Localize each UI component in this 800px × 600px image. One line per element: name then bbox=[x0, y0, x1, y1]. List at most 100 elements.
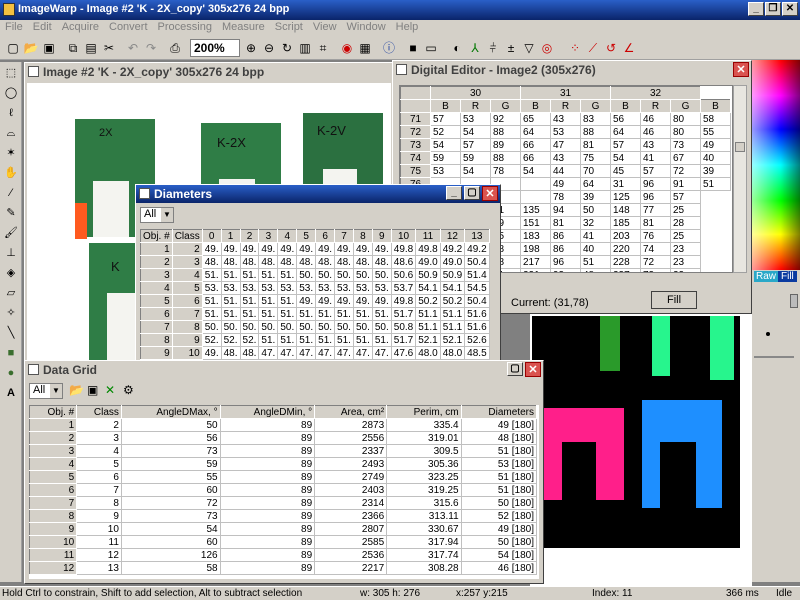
diameters-minimize-icon[interactable]: _ bbox=[446, 186, 462, 200]
angle-icon[interactable]: ∠ bbox=[620, 39, 638, 57]
print-icon[interactable]: ⎙ bbox=[166, 39, 184, 57]
tab-fill[interactable]: Fill bbox=[778, 271, 797, 282]
pencil-icon[interactable]: ✎ bbox=[2, 204, 20, 222]
rect-select-icon[interactable]: ⬚ bbox=[2, 64, 20, 82]
menu-edit[interactable]: Edit bbox=[28, 20, 57, 34]
camera-icon[interactable]: ■ bbox=[404, 39, 422, 57]
table-row[interactable]: 6 7 51. 51. 51. 51. 51. 51. 51. 51. 51. 51. 51.7 51.1… bbox=[140, 307, 490, 321]
table-row[interactable]: 3 4 73 89 2337 309.5 51 [180] bbox=[29, 444, 538, 458]
table-row[interactable]: 7 8 72 89 2314 315.6 50 [180] bbox=[29, 496, 538, 510]
table-row[interactable]: 4 5 53. 53. 53. 53. 53. 53. 53. 53. 53. 53. 53.7 54.1… bbox=[140, 281, 490, 295]
tab-raw[interactable]: Raw bbox=[754, 271, 779, 282]
menu-convert[interactable]: Convert bbox=[104, 20, 153, 34]
table-row[interactable]: 2 3 48. 48. 48. 48. 48. 48. 48. 48. 48. 48. 48.6 49.0… bbox=[140, 255, 490, 269]
table-row[interactable]: 12 13 58 89 2217 308.28 46 [180] bbox=[29, 561, 538, 575]
table-row[interactable]: 9 10 54 89 2807 330.67 49 [180] bbox=[29, 522, 538, 536]
contrast-icon[interactable]: ◐ bbox=[448, 39, 466, 57]
table-row[interactable]: 9 10 49. 48. 48. 47. 47. 47. 47. 47. 47. 47. 47.6 48.… bbox=[140, 346, 490, 360]
brush-icon[interactable]: 🖌 bbox=[2, 224, 20, 242]
cut-icon[interactable]: ✂ bbox=[100, 39, 118, 57]
filter-icon[interactable]: ▽ bbox=[520, 39, 538, 57]
ellipse-icon[interactable]: ● bbox=[2, 364, 20, 382]
data-grid-close-icon[interactable]: ✕ bbox=[525, 362, 541, 377]
menu-file[interactable]: File bbox=[0, 20, 28, 34]
diameters-close-icon[interactable]: ✕ bbox=[482, 186, 498, 201]
zoom-select[interactable]: 200% bbox=[190, 39, 240, 57]
menu-view[interactable]: View bbox=[308, 20, 342, 34]
table-row[interactable]: 11 12 126 89 2536 317.74 54 [180] bbox=[29, 548, 538, 562]
de-scrollbar[interactable] bbox=[733, 85, 747, 273]
polygon-select-icon[interactable]: ⌓ bbox=[2, 124, 20, 142]
table-row[interactable]: 10 11 60 89 2585 317.94 50 [180] bbox=[29, 535, 538, 549]
zoom-in-icon[interactable]: ⊕ bbox=[242, 39, 260, 57]
line-measure-icon[interactable]: ⟋ bbox=[584, 39, 602, 57]
pixel-row[interactable]: 73 54 57 89 66 47 81 57 43 73 49 bbox=[400, 138, 731, 152]
grid-icon[interactable]: ▦ bbox=[356, 39, 374, 57]
minimize-button[interactable]: _ bbox=[748, 2, 764, 16]
menu-script[interactable]: Script bbox=[270, 20, 308, 34]
data-grid-table-area[interactable]: Obj. # Class AngleDMax, ° AngleDMin, ° Area,… bbox=[29, 405, 539, 579]
table-row[interactable]: 2 3 56 89 2556 319.01 48 [180] bbox=[29, 431, 538, 445]
save-icon[interactable]: ▣ bbox=[40, 39, 58, 57]
table-row[interactable]: 5 6 51. 51. 51. 51. 51. 49. 49. 49. 49. 49. 49.8 50.2… bbox=[140, 294, 490, 308]
text-icon[interactable]: A bbox=[2, 384, 20, 402]
rotate-icon[interactable]: ↻ bbox=[278, 39, 296, 57]
table-row[interactable]: 7 8 50. 50. 50. 50. 50. 50. 50. 50. 50. 50. 50.8 51.1… bbox=[140, 320, 490, 334]
pixel-row[interactable]: 72 52 54 88 64 53 88 64 46 80 55 bbox=[400, 125, 731, 139]
curve-icon[interactable]: ↺ bbox=[602, 39, 620, 57]
lasso-icon[interactable]: ℓ bbox=[2, 104, 20, 122]
copy-icon[interactable]: ⧉ bbox=[64, 39, 82, 57]
target-icon[interactable]: ◎ bbox=[538, 39, 556, 57]
redo-icon[interactable]: ↷ bbox=[142, 39, 160, 57]
line-icon[interactable]: ╲ bbox=[2, 324, 20, 342]
labeled-image-view[interactable] bbox=[530, 310, 752, 586]
pixel-row[interactable]: 71 57 53 92 65 43 83 56 46 80 58 bbox=[400, 112, 731, 126]
table-row[interactable]: 8 9 52. 52. 52. 51. 51. 51. 51. 51. 51. 51. 51.7 52.1… bbox=[140, 333, 490, 347]
menu-acquire[interactable]: Acquire bbox=[57, 20, 104, 34]
info-icon[interactable]: ⓘ bbox=[380, 39, 398, 57]
tree-icon[interactable]: ⅄ bbox=[466, 39, 484, 57]
pixel-row[interactable]: 75 53 54 78 54 44 70 45 57 72 39 bbox=[400, 164, 731, 178]
stamp-icon[interactable]: ⊥ bbox=[2, 244, 20, 262]
rectangle-icon[interactable]: ■ bbox=[2, 344, 20, 362]
menu-window[interactable]: Window bbox=[342, 20, 391, 34]
maximize-button[interactable]: ❐ bbox=[765, 2, 781, 16]
paste-icon[interactable]: ▤ bbox=[82, 39, 100, 57]
table-row[interactable]: 3 4 51. 51. 51. 51. 51. 50. 50. 50. 50. 50. 50.6 50.9… bbox=[140, 268, 490, 282]
data-grid-filter-select[interactable]: All ▼ bbox=[29, 383, 63, 399]
table-row[interactable]: 5 6 55 89 2749 323.25 51 [180] bbox=[29, 470, 538, 484]
digital-editor-close-icon[interactable]: ✕ bbox=[733, 62, 749, 77]
new-file-icon[interactable]: ▢ bbox=[4, 39, 22, 57]
histogram-icon[interactable]: ▥ bbox=[296, 39, 314, 57]
grid-settings-icon[interactable]: ⚙ bbox=[123, 383, 134, 397]
table-row[interactable]: 1 2 50 89 2873 335.4 49 [180] bbox=[29, 418, 538, 432]
grid-excel-icon[interactable]: ✕ bbox=[105, 383, 115, 397]
close-button[interactable]: ✕ bbox=[782, 2, 798, 16]
points-icon[interactable]: ⁘ bbox=[566, 39, 584, 57]
zoom-out-icon[interactable]: ⊖ bbox=[260, 39, 278, 57]
slider-handle[interactable] bbox=[790, 294, 798, 308]
open-folder-icon[interactable]: 📂 bbox=[22, 39, 40, 57]
bucket-icon[interactable]: ◈ bbox=[2, 264, 20, 282]
diameters-maximize-icon[interactable]: ▢ bbox=[464, 186, 480, 200]
table-row[interactable]: 1 2 49. 49. 49. 49. 49. 49. 49. 49. 49. 49. 49.8 49.8… bbox=[140, 242, 490, 256]
magic-wand-icon[interactable]: ✶ bbox=[2, 144, 20, 162]
smudge-icon[interactable]: ✧ bbox=[2, 304, 20, 322]
menu-processing[interactable]: Processing bbox=[153, 20, 217, 34]
plus-minus-icon[interactable]: ± bbox=[502, 39, 520, 57]
fill-button[interactable]: Fill bbox=[651, 291, 697, 309]
color-palette-panel[interactable] bbox=[752, 60, 800, 270]
pixel-row[interactable]: 74 59 59 88 66 43 75 54 41 67 40 bbox=[400, 151, 731, 165]
diameters-filter-select[interactable]: All ▼ bbox=[140, 207, 174, 223]
eyedropper-icon[interactable]: ⁄ bbox=[2, 184, 20, 202]
table-row[interactable]: 6 7 60 89 2403 319.25 51 [180] bbox=[29, 483, 538, 497]
grid-open-icon[interactable]: 📂 bbox=[69, 383, 84, 397]
table-row[interactable]: 4 5 59 89 2493 305.36 53 [180] bbox=[29, 457, 538, 471]
crop-icon[interactable]: ⌗ bbox=[314, 39, 332, 57]
eraser-icon[interactable]: ▱ bbox=[2, 284, 20, 302]
data-grid-maximize-icon[interactable]: ▢ bbox=[507, 362, 523, 376]
menu-help[interactable]: Help bbox=[391, 20, 424, 34]
ellipse-select-icon[interactable]: ◯ bbox=[2, 84, 20, 102]
slider-track[interactable] bbox=[754, 356, 794, 358]
menu-measure[interactable]: Measure bbox=[217, 20, 270, 34]
